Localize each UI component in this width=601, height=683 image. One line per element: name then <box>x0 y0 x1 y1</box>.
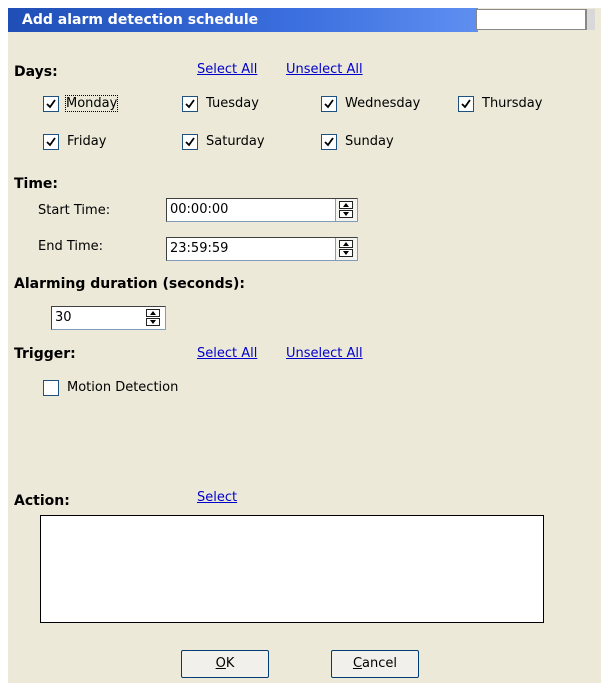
end-time-spinner[interactable] <box>335 238 357 260</box>
trigger-label: Trigger: <box>14 346 76 362</box>
spin-down-icon[interactable] <box>339 210 353 218</box>
sunday-checkbox[interactable] <box>321 134 337 150</box>
sunday-label[interactable]: Sunday <box>345 134 394 149</box>
time-label: Time: <box>14 176 59 192</box>
saturday-label[interactable]: Saturday <box>206 134 265 149</box>
end-time-value: 23:59:59 <box>170 241 229 256</box>
monday-checkbox[interactable] <box>43 96 59 112</box>
duration-field[interactable]: 30 <box>51 306 166 330</box>
tuesday-label[interactable]: Tuesday <box>206 96 259 111</box>
thursday-checkbox[interactable] <box>458 96 474 112</box>
ok-mnemonic: O <box>215 656 226 671</box>
end-time-field[interactable]: 23:59:59 <box>166 237 358 261</box>
duration-label: Alarming duration (seconds): <box>14 276 245 292</box>
spin-down-icon[interactable] <box>146 318 160 326</box>
title-search-box[interactable] <box>476 9 586 30</box>
check-icon <box>324 137 334 147</box>
days-label: Days: <box>14 64 58 80</box>
start-time-label: Start Time: <box>38 203 111 218</box>
friday-label[interactable]: Friday <box>67 134 106 149</box>
days-unselect-all-link[interactable]: Unselect All <box>286 62 363 77</box>
action-label: Action: <box>14 493 70 509</box>
tuesday-checkbox[interactable] <box>182 96 198 112</box>
duration-spinner[interactable] <box>143 307 165 329</box>
wednesday-checkbox[interactable] <box>321 96 337 112</box>
trigger-unselect-all-link[interactable]: Unselect All <box>286 346 363 361</box>
motion-detection-checkbox[interactable] <box>43 380 59 396</box>
monday-label[interactable]: Monday <box>64 95 119 112</box>
spin-up-icon[interactable] <box>339 240 353 248</box>
motion-detection-label[interactable]: Motion Detection <box>67 380 178 395</box>
end-time-label: End Time: <box>38 239 104 254</box>
spin-up-icon[interactable] <box>339 201 353 209</box>
friday-checkbox[interactable] <box>43 134 59 150</box>
ok-label-rest: K <box>225 656 235 671</box>
spin-up-icon[interactable] <box>146 309 160 317</box>
action-list-box[interactable] <box>40 515 544 623</box>
days-select-all-link[interactable]: Select All <box>197 62 257 77</box>
check-icon <box>461 99 471 109</box>
title-edge-button[interactable] <box>586 9 595 30</box>
saturday-checkbox[interactable] <box>182 134 198 150</box>
wednesday-label[interactable]: Wednesday <box>345 96 433 111</box>
duration-value: 30 <box>55 310 72 325</box>
cancel-button[interactable]: Cancel <box>331 650 419 678</box>
cancel-label-rest: ancel <box>362 656 398 671</box>
check-icon <box>324 99 334 109</box>
ok-button[interactable]: OK <box>181 650 269 678</box>
start-time-spinner[interactable] <box>335 199 357 221</box>
trigger-select-all-link[interactable]: Select All <box>197 346 257 361</box>
thursday-label[interactable]: Thursday <box>482 96 542 111</box>
start-time-field[interactable]: 00:00:00 <box>166 198 358 222</box>
start-time-value: 00:00:00 <box>170 202 229 217</box>
check-icon <box>185 137 195 147</box>
action-select-link[interactable]: Select <box>197 490 237 505</box>
check-icon <box>185 99 195 109</box>
spin-down-icon[interactable] <box>339 249 353 257</box>
check-icon <box>46 99 56 109</box>
cancel-mnemonic: C <box>352 656 363 671</box>
check-icon <box>46 137 56 147</box>
dialog-title: Add alarm detection schedule <box>8 8 478 32</box>
